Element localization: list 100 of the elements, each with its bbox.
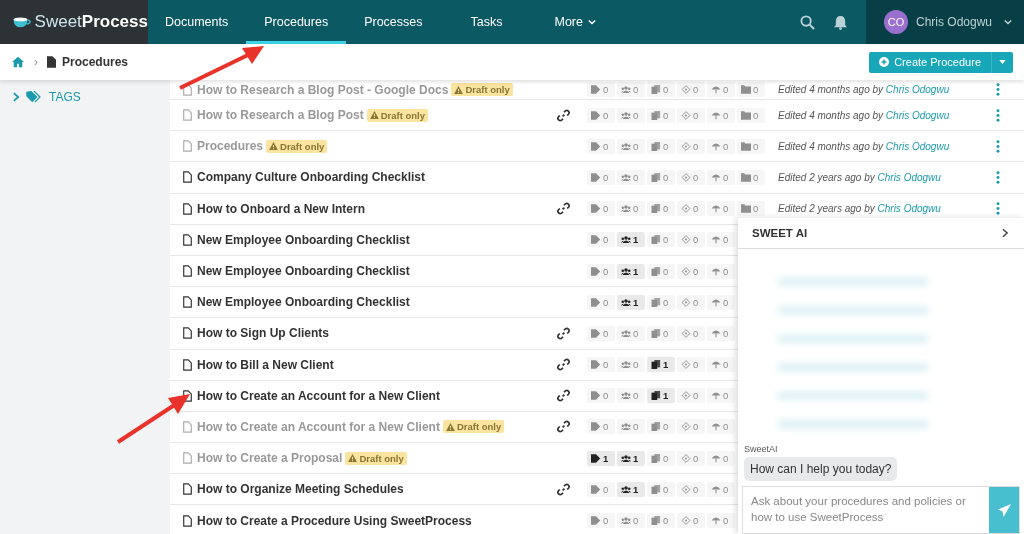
procedure-title[interactable]: New Employee Onboarding Checklist <box>197 264 410 279</box>
count-value: 0 <box>693 359 699 371</box>
count-value: 0 <box>753 171 759 183</box>
diamond-icon <box>681 453 691 463</box>
umbrella-icon <box>711 266 721 276</box>
procedure-title[interactable]: How to Organize Meeting Schedules <box>197 482 404 497</box>
users-icon <box>621 297 631 307</box>
author-link[interactable]: Chris Odogwu <box>885 84 950 95</box>
document-icon <box>183 83 192 96</box>
document-icon <box>183 296 192 309</box>
author-link[interactable]: Chris Odogwu <box>885 109 950 121</box>
count-value: 0 <box>723 390 729 402</box>
author-link[interactable]: Chris Odogwu <box>877 203 941 215</box>
procedure-title[interactable]: How to Create a Procedure Using SweetProcess <box>197 513 472 528</box>
tag-icon <box>591 422 601 432</box>
plus-icon <box>879 57 890 67</box>
procedure-title[interactable]: How to Bill a New Client <box>197 357 334 372</box>
count-value: 0 <box>663 515 669 527</box>
procedure-title[interactable]: New Employee Onboarding Checklist <box>197 295 410 310</box>
procedure-title[interactable]: How to Create an Account for a New Client <box>197 388 440 403</box>
users-icon <box>621 360 631 370</box>
avatar: CO <box>884 10 908 34</box>
users-icon <box>621 204 631 214</box>
document-icon <box>183 327 192 340</box>
more-menu-icon[interactable] <box>996 202 1000 216</box>
count-value: 0 <box>693 483 699 495</box>
panel-title: SWEET AI <box>752 227 808 239</box>
more-menu-icon[interactable] <box>996 170 1000 184</box>
nav-tab[interactable]: More <box>528 0 614 44</box>
users-icon <box>621 422 631 432</box>
more-menu-icon[interactable] <box>996 139 1000 153</box>
caret-icon <box>1004 19 1013 25</box>
nav-tab[interactable]: Documents <box>148 0 247 44</box>
nav-tab[interactable]: Tasks <box>440 0 529 44</box>
count-value: 0 <box>603 171 609 183</box>
diamond-icon <box>681 391 691 401</box>
link-icon[interactable] <box>557 420 570 434</box>
umbrella-icon <box>711 204 721 214</box>
diamond-icon <box>681 328 691 338</box>
users-icon <box>621 453 631 463</box>
count-value: 0 <box>633 390 639 402</box>
user-menu[interactable]: CO Chris Odogwu <box>866 0 1024 44</box>
procedure-title[interactable]: New Employee Onboarding Checklist <box>197 232 410 247</box>
diamond-icon <box>681 360 691 370</box>
documents-icon <box>651 110 661 120</box>
edited-note: Edited 4 months ago by Chris Odogwu <box>778 109 951 121</box>
bell-icon[interactable] <box>833 14 848 30</box>
count-value: 0 <box>633 515 639 527</box>
tag-icon <box>591 297 601 307</box>
users-icon <box>621 172 631 182</box>
count-value: 0 <box>603 483 609 495</box>
documents-icon <box>651 172 661 182</box>
chevron-icon[interactable] <box>1002 228 1008 238</box>
count-value: 0 <box>693 171 699 183</box>
procedure-title[interactable]: Company Culture Onboarding Checklist <box>197 170 426 185</box>
tag-icon <box>591 235 601 245</box>
dropdown-toggle[interactable] <box>991 51 1013 73</box>
search-icon[interactable] <box>800 14 815 30</box>
more-menu-icon[interactable] <box>996 83 1000 96</box>
home-icon[interactable] <box>11 56 25 68</box>
count-value: 0 <box>663 483 669 495</box>
count-value: 0 <box>663 421 669 433</box>
count-value: 0 <box>693 327 699 339</box>
folder-icon <box>741 141 751 151</box>
document-icon <box>47 56 56 68</box>
count-value: 0 <box>663 203 669 215</box>
link-icon[interactable] <box>557 389 570 403</box>
link-icon[interactable] <box>557 108 570 122</box>
diamond-icon <box>681 235 691 245</box>
link-icon[interactable] <box>557 326 570 340</box>
document-icon <box>183 514 192 527</box>
procedure-title[interactable]: How to Sign Up Clients <box>197 326 329 341</box>
count-value: 0 <box>663 171 669 183</box>
count-value: 0 <box>723 327 729 339</box>
procedure-title[interactable]: How to Onboard a New Intern <box>197 201 365 216</box>
draft-label: Draft only <box>380 109 426 121</box>
umbrella-icon <box>711 297 721 307</box>
link-icon[interactable] <box>557 202 570 216</box>
folder-icon <box>741 172 751 182</box>
more-menu-icon[interactable] <box>996 108 1000 122</box>
count-value: 0 <box>693 390 699 402</box>
count-value: 0 <box>723 483 729 495</box>
link-icon[interactable] <box>557 358 570 372</box>
document-icon <box>183 109 192 122</box>
count-value: 0 <box>723 171 729 183</box>
count-value: 0 <box>723 140 729 152</box>
umbrella-icon <box>711 141 721 151</box>
author-link[interactable]: Chris Odogwu <box>885 140 950 152</box>
count-value: 0 <box>603 390 609 402</box>
count-value: 0 <box>603 359 609 371</box>
diamond-icon <box>681 422 691 432</box>
author-link[interactable]: Chris Odogwu <box>877 171 941 183</box>
count-value: 0 <box>693 140 699 152</box>
count-value: 1 <box>633 483 639 495</box>
count-value: 1 <box>663 359 669 371</box>
nav-tab[interactable]: Processes <box>346 0 441 44</box>
count-value: 0 <box>633 140 639 152</box>
count-value: 1 <box>663 390 669 402</box>
link-icon[interactable] <box>557 482 570 496</box>
count-value: 0 <box>723 84 729 95</box>
